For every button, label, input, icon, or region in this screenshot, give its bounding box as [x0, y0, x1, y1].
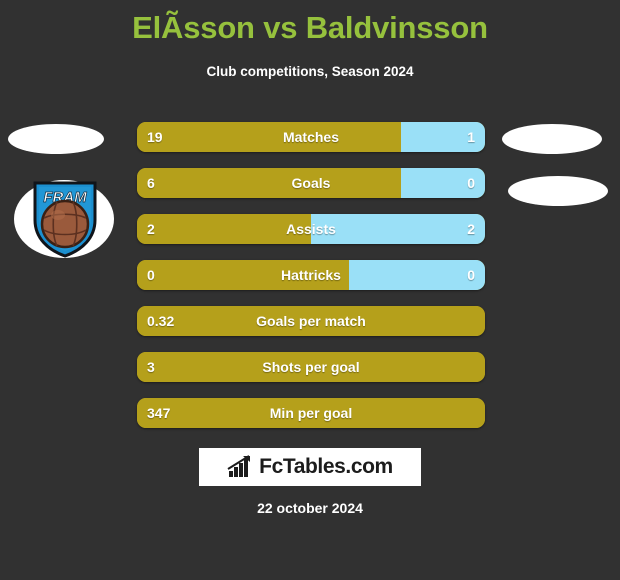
page-subtitle: Club competitions, Season 2024 — [206, 64, 414, 79]
stat-away-value: 2 — [467, 221, 475, 237]
stat-away-value: 0 — [467, 267, 475, 283]
stat-label: Goals — [291, 175, 331, 191]
stat-row: 6 Goals 0 — [137, 168, 485, 198]
stats-list: 19 Matches 1 6 Goals 0 2 Assists 2 0 Hattricks 0 0.3… — [137, 122, 485, 444]
stat-label: Matches — [282, 129, 340, 145]
fram-club-badge-icon: FRAM — [30, 180, 100, 258]
stat-row: 2 Assists 2 — [137, 214, 485, 244]
stat-row: 3 Shots per goal — [137, 352, 485, 382]
stat-row: 0 Hattricks 0 — [137, 260, 485, 290]
snapshot-date: 22 october 2024 — [257, 500, 363, 516]
fctables-logo-text: FcTables.com — [259, 455, 393, 478]
stat-label: Hattricks — [281, 267, 341, 283]
stat-label: Shots per goal — [262, 359, 360, 375]
stat-away-value: 0 — [467, 175, 475, 191]
stat-row: 0.32 Goals per match — [137, 306, 485, 336]
stat-row: 347 Min per goal — [137, 398, 485, 428]
decorative-ellipse-left-top — [8, 124, 104, 154]
fctables-logo[interactable]: FcTables.com — [199, 448, 421, 486]
bar-chart-icon — [227, 455, 251, 477]
stat-label: Min per goal — [269, 405, 353, 421]
stat-label: Goals per match — [256, 313, 366, 329]
stat-row: 19 Matches 1 — [137, 122, 485, 152]
decorative-ellipse-right-mid — [508, 176, 608, 206]
stat-label: Assists — [286, 221, 336, 237]
stat-away-value: 1 — [467, 129, 475, 145]
page-title: ElÃsson vs Baldvinsson — [132, 10, 488, 45]
decorative-ellipse-right-top — [502, 124, 602, 154]
comparison-infographic: ElÃsson vs Baldvinsson Club competitions… — [0, 0, 620, 580]
